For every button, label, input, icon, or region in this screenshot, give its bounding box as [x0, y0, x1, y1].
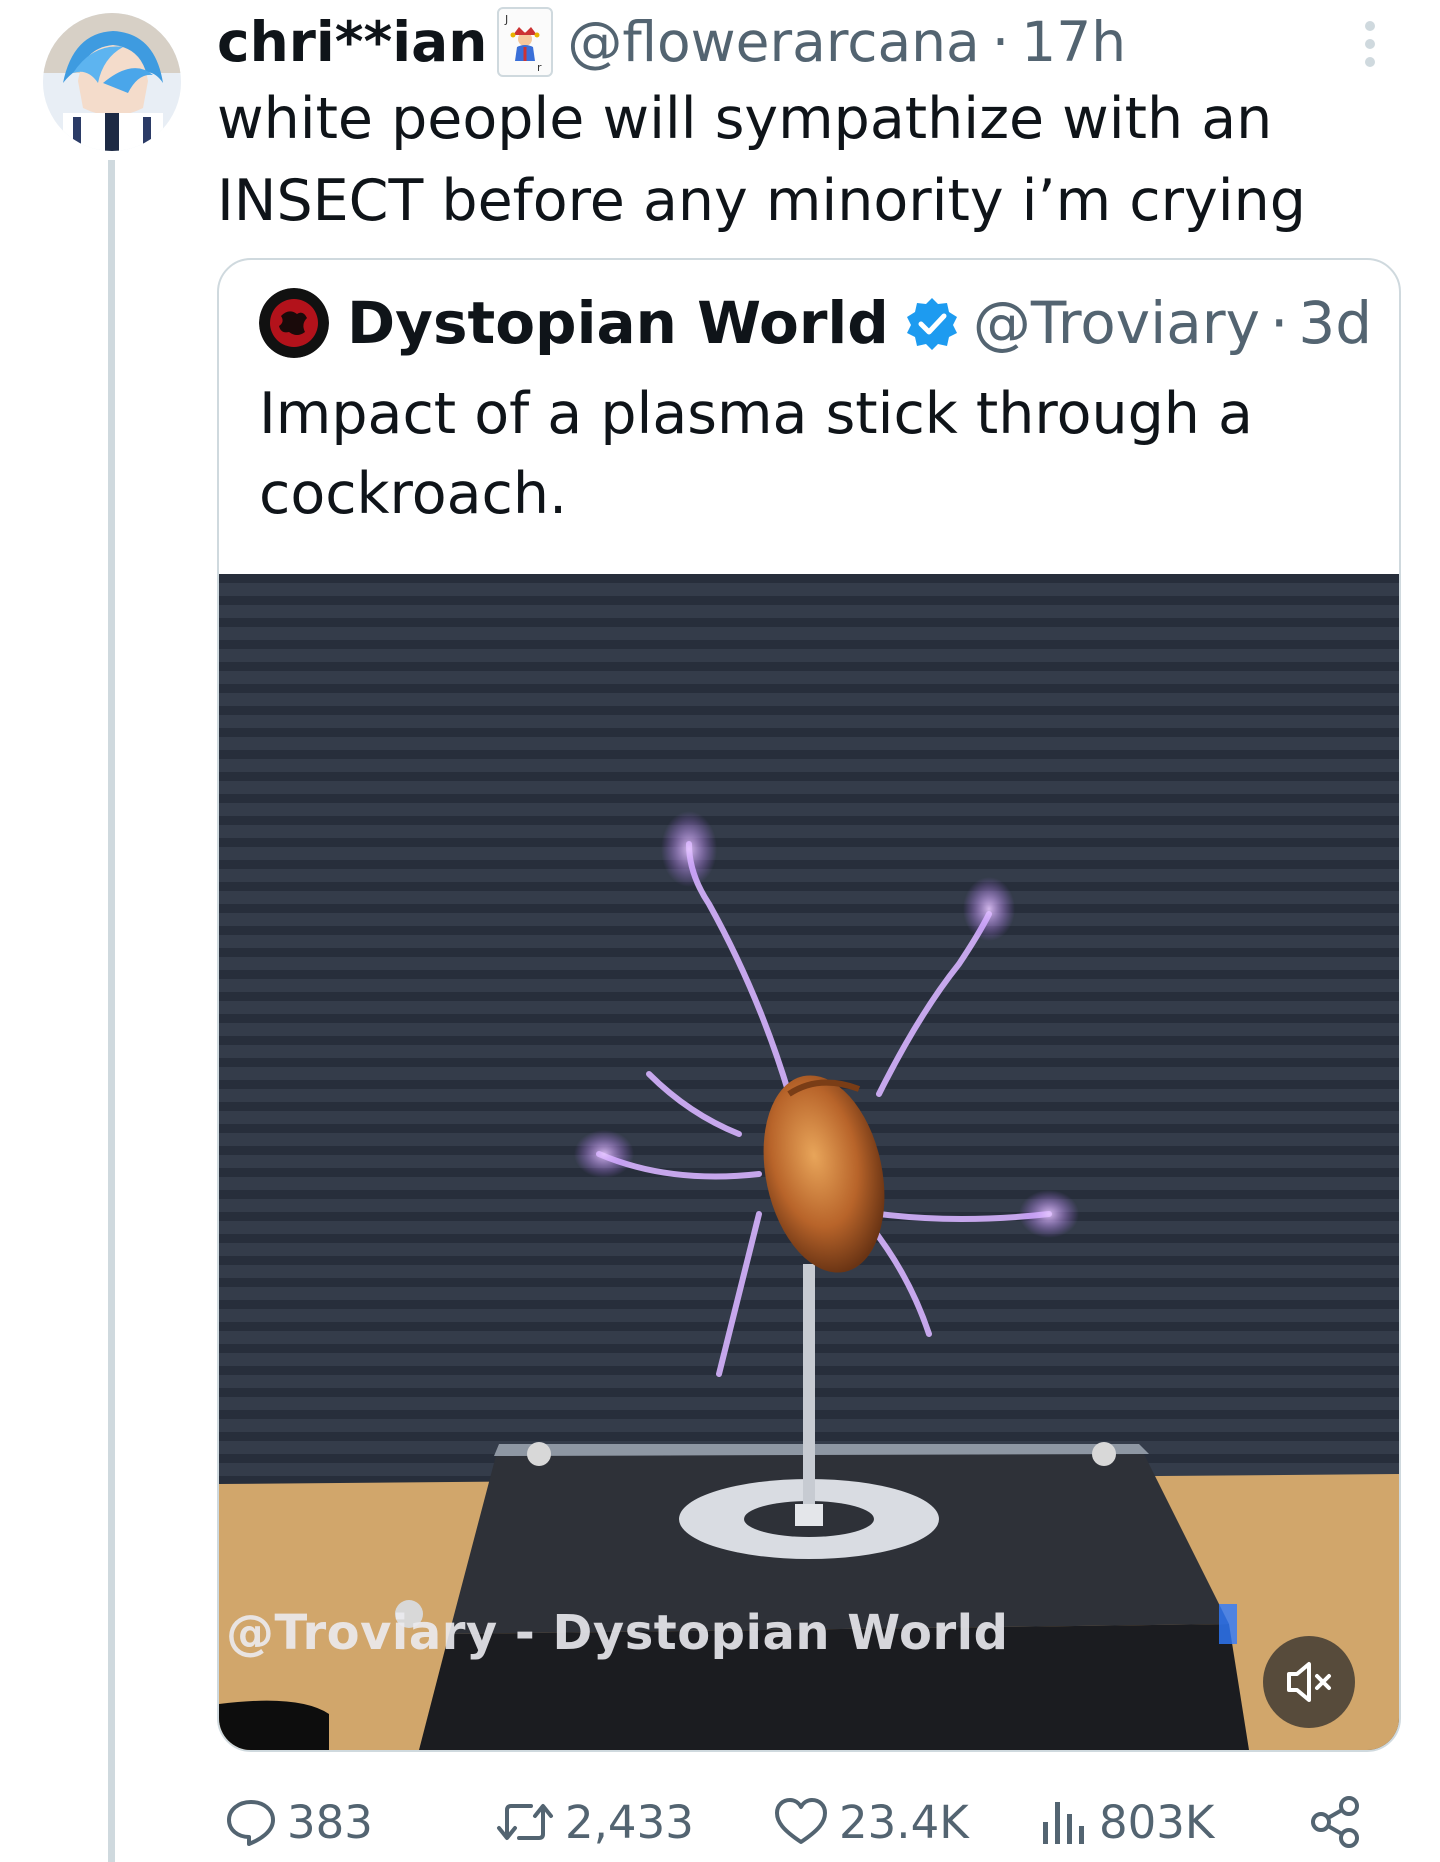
more-vertical-icon[interactable] [1356, 14, 1384, 74]
volume-muted-icon[interactable] [1263, 1636, 1355, 1728]
repost-count: 2,433 [565, 1795, 694, 1849]
repost-button[interactable]: 2,433 [495, 1782, 694, 1862]
views-chart-icon [1043, 1802, 1084, 1844]
quoted-timestamp[interactable]: 3d [1298, 289, 1372, 357]
svg-text:r: r [537, 61, 542, 74]
quoted-user-handle[interactable]: @Troviary [973, 289, 1260, 357]
quoted-tweet-header: Dystopian World @Troviary · 3d [259, 284, 1372, 362]
quoted-display-name[interactable]: Dystopian World [347, 289, 889, 357]
tweet-header: chri**ian J r @flowerarcana · 17h [217, 6, 1126, 78]
user-avatar[interactable] [43, 13, 181, 151]
jester-card-emoji-icon: J r [497, 7, 554, 77]
quoted-video[interactable] [219, 574, 1399, 1750]
thread-line [108, 160, 115, 1862]
verified-badge-icon [906, 298, 957, 350]
like-button[interactable]: 23.4K [773, 1782, 969, 1862]
quoted-separator-dot: · [1269, 289, 1289, 357]
reply-button[interactable]: 383 [225, 1782, 373, 1862]
action-bar: 383 2,433 23.4K 803K [217, 1782, 1397, 1862]
reply-count: 383 [287, 1795, 373, 1849]
heart-icon [775, 1798, 827, 1844]
quoted-tweet-text: Impact of a plasma stick through a cockr… [259, 381, 1253, 527]
repost-icon [497, 1804, 553, 1840]
svg-text:J: J [504, 13, 508, 26]
view-count: 803K [1099, 1795, 1215, 1849]
views-button[interactable]: 803K [1039, 1782, 1214, 1862]
share-icon [1311, 1796, 1359, 1848]
quoted-user-avatar[interactable] [259, 288, 329, 358]
reply-icon [227, 1800, 275, 1846]
video-watermark: @Troviary - Dystopian World [226, 1605, 1009, 1661]
share-button[interactable] [1307, 1782, 1373, 1862]
user-handle[interactable]: @flowerarcana [567, 10, 979, 74]
separator-dot: · [991, 10, 1010, 74]
timestamp[interactable]: 17h [1021, 10, 1126, 74]
tweet-text: white people will sympathize with an INS… [217, 86, 1306, 234]
quoted-tweet-card[interactable]: Dystopian World @Troviary · 3d Impact of… [217, 258, 1401, 1752]
display-name[interactable]: chri**ian [217, 10, 487, 74]
like-count: 23.4K [839, 1795, 969, 1849]
